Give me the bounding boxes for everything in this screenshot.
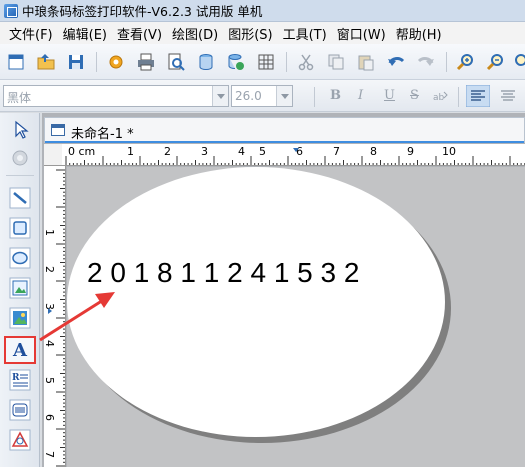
label-text-object[interactable]: 2 0 1 8 1 1 2 4 1 5 3 2 xyxy=(87,257,359,289)
pointer-arrow-icon[interactable] xyxy=(9,119,31,141)
format-toolbar: 黑体 26.0 B I U S ab xyxy=(0,80,525,112)
font-size-select[interactable]: 26.0 xyxy=(231,85,293,107)
menu-tools[interactable]: 工具(T) xyxy=(278,24,332,43)
tool-panel: A R xyxy=(0,113,40,467)
tab-title: 未命名-1 * xyxy=(71,127,134,142)
ruler-unit-label: 0 cm xyxy=(68,145,95,158)
ruler-v-tick: 2 xyxy=(44,266,56,273)
rectangle-tool-icon[interactable] xyxy=(9,217,31,239)
settings-gear-icon[interactable] xyxy=(106,52,126,72)
bold-button[interactable]: B xyxy=(330,88,341,103)
print-icon[interactable] xyxy=(136,52,156,72)
cut-icon[interactable] xyxy=(296,52,316,72)
picture-tool-icon[interactable] xyxy=(9,307,31,329)
strikeout-button[interactable]: S xyxy=(410,88,419,103)
tab-document[interactable]: 未命名-1 * xyxy=(44,117,525,143)
menu-bar: 文件(F) 编辑(E) 查看(V) 绘图(D) 图形(S) 工具(T) 窗口(W… xyxy=(0,22,525,44)
chevron-down-icon[interactable] xyxy=(276,86,292,106)
ruler-v-tick: 3 xyxy=(44,303,56,310)
save-icon[interactable] xyxy=(66,52,86,72)
menu-view[interactable]: 查看(V) xyxy=(112,24,167,43)
design-canvas[interactable]: 2 0 1 8 1 1 2 4 1 5 3 2 xyxy=(67,167,525,467)
grid-icon[interactable] xyxy=(256,52,276,72)
font-size-value: 26.0 xyxy=(235,89,262,103)
zoom-in-icon[interactable] xyxy=(456,52,476,72)
barcode-tool-icon[interactable] xyxy=(9,399,31,421)
ellipse-tool-icon[interactable] xyxy=(9,247,31,269)
ruler-h-tick: 1 xyxy=(127,145,134,158)
menu-edit[interactable]: 编辑(E) xyxy=(58,24,112,43)
ruler-h-tick: 7 xyxy=(333,145,340,158)
oval-label[interactable]: 2 0 1 8 1 1 2 4 1 5 3 2 xyxy=(67,167,445,437)
font-name-value: 黑体 xyxy=(7,91,32,105)
ruler-h-tick: 10 xyxy=(442,145,456,158)
rotate-icon[interactable] xyxy=(9,147,31,169)
text-a-icon: A xyxy=(13,339,27,361)
menu-window[interactable]: 窗口(W) xyxy=(332,24,391,43)
ruler-h-tick: 6 xyxy=(296,145,303,158)
text-effect-icon[interactable]: ab xyxy=(433,89,449,103)
chevron-down-icon[interactable] xyxy=(212,86,228,106)
horizontal-ruler: 0 cm 1 2 3 4 5 6 7 8 9 10 xyxy=(62,144,525,166)
undo-icon[interactable] xyxy=(386,52,406,72)
title-bar: 中琅条码标签打印软件-V6.2.3 试用版 单机 xyxy=(0,0,525,22)
svg-text:ab: ab xyxy=(433,93,445,103)
database-icon[interactable] xyxy=(196,52,216,72)
new-document-icon[interactable] xyxy=(6,52,26,72)
print-preview-icon[interactable] xyxy=(166,52,186,72)
image-tool-icon[interactable] xyxy=(9,277,31,299)
svg-text:R: R xyxy=(12,373,20,383)
window-title: 中琅条码标签打印软件-V6.2.3 试用版 单机 xyxy=(22,4,263,19)
menu-shape[interactable]: 图形(S) xyxy=(223,24,277,43)
zoom-fit-icon[interactable] xyxy=(512,52,525,72)
open-folder-icon[interactable] xyxy=(36,52,56,72)
underline-button[interactable]: U xyxy=(384,88,395,103)
zoom-out-icon[interactable] xyxy=(486,52,506,72)
ruler-v-tick: 4 xyxy=(44,340,56,347)
ruler-h-tick: 8 xyxy=(370,145,377,158)
vertical-ruler: 1 2 3 4 5 6 7 xyxy=(44,166,66,467)
ruler-h-tick: 9 xyxy=(407,145,414,158)
main-toolbar xyxy=(0,44,525,80)
menu-draw[interactable]: 绘图(D) xyxy=(167,24,223,43)
ruler-h-tick: 3 xyxy=(201,145,208,158)
italic-button[interactable]: I xyxy=(358,88,363,103)
app-icon xyxy=(4,3,18,18)
menu-help[interactable]: 帮助(H) xyxy=(391,24,447,43)
ruler-v-tick: 7 xyxy=(44,451,56,458)
ruler-v-tick: 6 xyxy=(44,414,56,421)
rich-text-tool-icon[interactable]: R xyxy=(9,369,31,391)
document-icon xyxy=(51,124,65,136)
align-center-icon[interactable] xyxy=(496,85,520,107)
tab-underline xyxy=(45,141,524,143)
font-name-select[interactable]: 黑体 xyxy=(3,85,229,107)
line-tool-icon[interactable] xyxy=(9,187,31,209)
align-left-icon[interactable] xyxy=(466,85,490,107)
ruler-h-tick: 4 xyxy=(238,145,245,158)
menu-file[interactable]: 文件(F) xyxy=(4,24,58,43)
ruler-h-tick: 5 xyxy=(259,145,266,158)
vertical-ruler-ticks: 1 2 3 4 5 6 7 xyxy=(44,169,65,467)
ruler-v-tick: 5 xyxy=(44,377,56,384)
text-tool-button[interactable]: A xyxy=(4,336,36,364)
database-settings-icon[interactable] xyxy=(226,52,246,72)
redo-icon[interactable] xyxy=(416,52,436,72)
copy-icon[interactable] xyxy=(326,52,346,72)
shape-tool-icon[interactable] xyxy=(9,429,31,451)
horizontal-ruler-ticks: 0 cm 1 2 3 4 5 6 7 8 9 10 xyxy=(65,145,525,165)
paste-icon[interactable] xyxy=(356,52,376,72)
ruler-v-tick: 1 xyxy=(44,229,56,236)
ruler-h-tick: 2 xyxy=(164,145,171,158)
